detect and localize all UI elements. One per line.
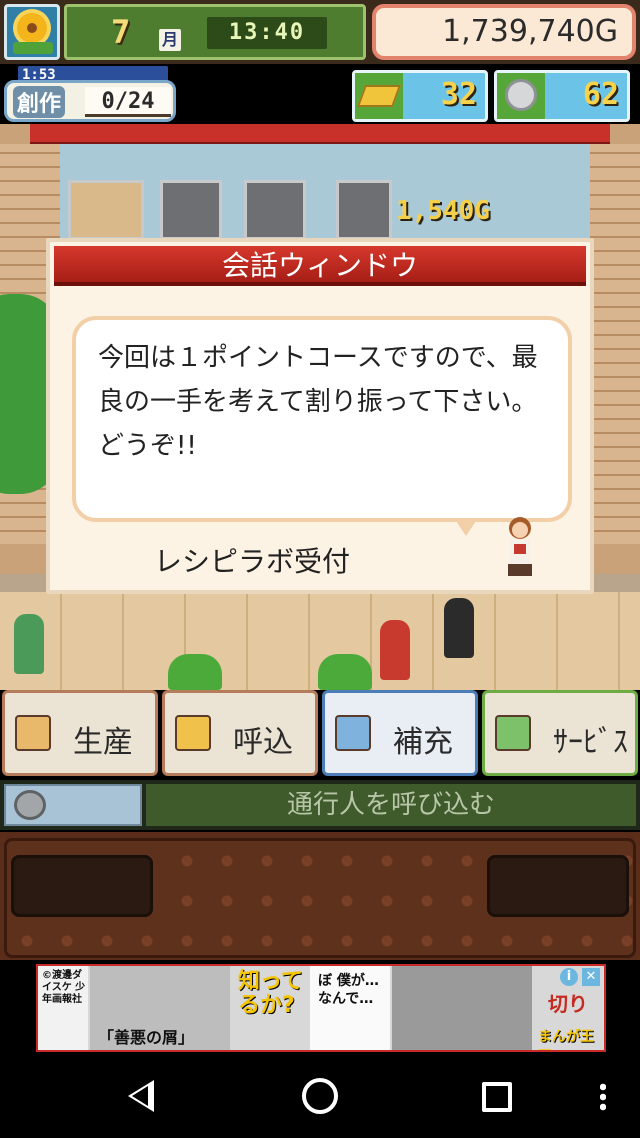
service-label: ｻｰﾋﾞｽ [553,725,628,760]
medal-icon-box [497,73,545,119]
gold-bar-icon-box [355,73,403,119]
home-icon[interactable] [302,1078,338,1114]
speech-bubble-tail [454,518,478,536]
conversation-window[interactable]: 会話ウィンドウ 今回は１ポイントコースですので、最良の一手を考えて割り振って下さ… [46,238,594,594]
bottom-panel [0,832,640,960]
back-icon[interactable] [128,1080,154,1112]
call-in-label: 呼込 [233,725,293,760]
action-status-bar: 通行人を呼び込む [0,780,640,830]
date-display: 7 月 13:40 [64,4,366,60]
medal-count: 62 [582,77,619,112]
dialog-message: 今回は１ポイントコースですので、最良の一手を考えて割り振って下さい。どうぞ!! [98,343,538,461]
month-number: 7 [111,13,131,51]
speech-bubble: 今回は１ポイントコースですので、最良の一手を考えて割り振って下さい。どうぞ!! [72,316,572,522]
polka-dot-panel [4,838,636,958]
cake-icon [335,715,371,751]
ad-banner[interactable]: ©渡邊ダイスケ 少年画報社 「善悪の屑」 知ってるか? ぼ 僕が… なんで… 切… [36,964,606,1052]
gold-bar-count: 32 [440,77,477,112]
system-nav-bar [0,1058,640,1138]
teacup-icon [495,715,531,751]
panel-slot-left[interactable] [11,855,153,917]
more-options-icon[interactable] [600,1082,606,1112]
oven [336,180,392,240]
restock-button[interactable]: 補充 [322,690,478,776]
ad-quote-4: 切り [548,992,588,1016]
bread-icon [15,715,51,751]
create-points-body: 創作 0/24 [4,80,176,122]
recent-apps-icon[interactable] [482,1082,512,1112]
create-count: 0/24 [85,87,171,117]
ad-eye-panel [392,966,532,1050]
passerby-character[interactable] [14,614,44,674]
megaphone-icon [175,715,211,751]
status-icon-box[interactable] [4,784,142,826]
sunflower-icon [17,13,47,43]
money-display: 1,739,740G [372,4,636,60]
restock-label: 補充 [393,725,453,760]
ad-brand: まんが王国 [538,1029,594,1050]
oven [244,180,306,240]
ad-quote-2: 知ってるか? [238,969,303,1018]
gold-bar-icon [356,85,402,107]
medal-counter[interactable]: 62 [494,70,630,122]
shop-awning [30,124,610,146]
month-label: 月 [159,29,181,51]
leaf-icon [13,42,53,54]
create-label: 創作 [13,86,66,118]
ad-publisher: ©渡邊ダイスケ 少年画報社 [42,970,86,1005]
waiter-character[interactable] [444,598,474,658]
oven [160,180,222,240]
gold-bar-counter[interactable]: 32 [352,70,488,122]
ad-quote-1: 「善悪の屑」 [98,1028,195,1047]
call-in-button[interactable]: 呼込 [162,690,318,776]
ad-info-icon[interactable]: i [560,968,578,986]
speaker-name: レシピラボ受付 [154,545,351,578]
ad-quote-3: ぼ 僕が… なんで… [318,973,379,1007]
dialog-title: 会話ウィンドウ [54,246,586,286]
medal-icon [505,79,537,111]
panel-slot-right[interactable] [487,855,629,917]
create-points-panel[interactable]: 1:53 創作 0/24 [4,66,176,124]
produce-label: 生産 [73,725,133,760]
action-description: 通行人を呼び込む [146,784,636,826]
receptionist-avatar [508,517,532,576]
brick-wall-right [590,144,640,544]
ad-close-icon[interactable]: ✕ [582,968,600,986]
weather-sunflower-icon[interactable] [4,4,60,60]
game-clock: 13:40 [207,17,327,49]
bush [318,654,372,690]
service-button[interactable]: ｻｰﾋﾞｽ [482,690,638,776]
sales-price-tag: 1,540G [396,196,490,226]
bush [168,654,222,690]
bread-shelf [68,180,144,240]
produce-button[interactable]: 生産 [2,690,158,776]
top-hud: 7 月 13:40 1,739,740G [0,0,640,64]
passerby-character[interactable] [380,620,410,680]
coin-icon [14,790,46,820]
